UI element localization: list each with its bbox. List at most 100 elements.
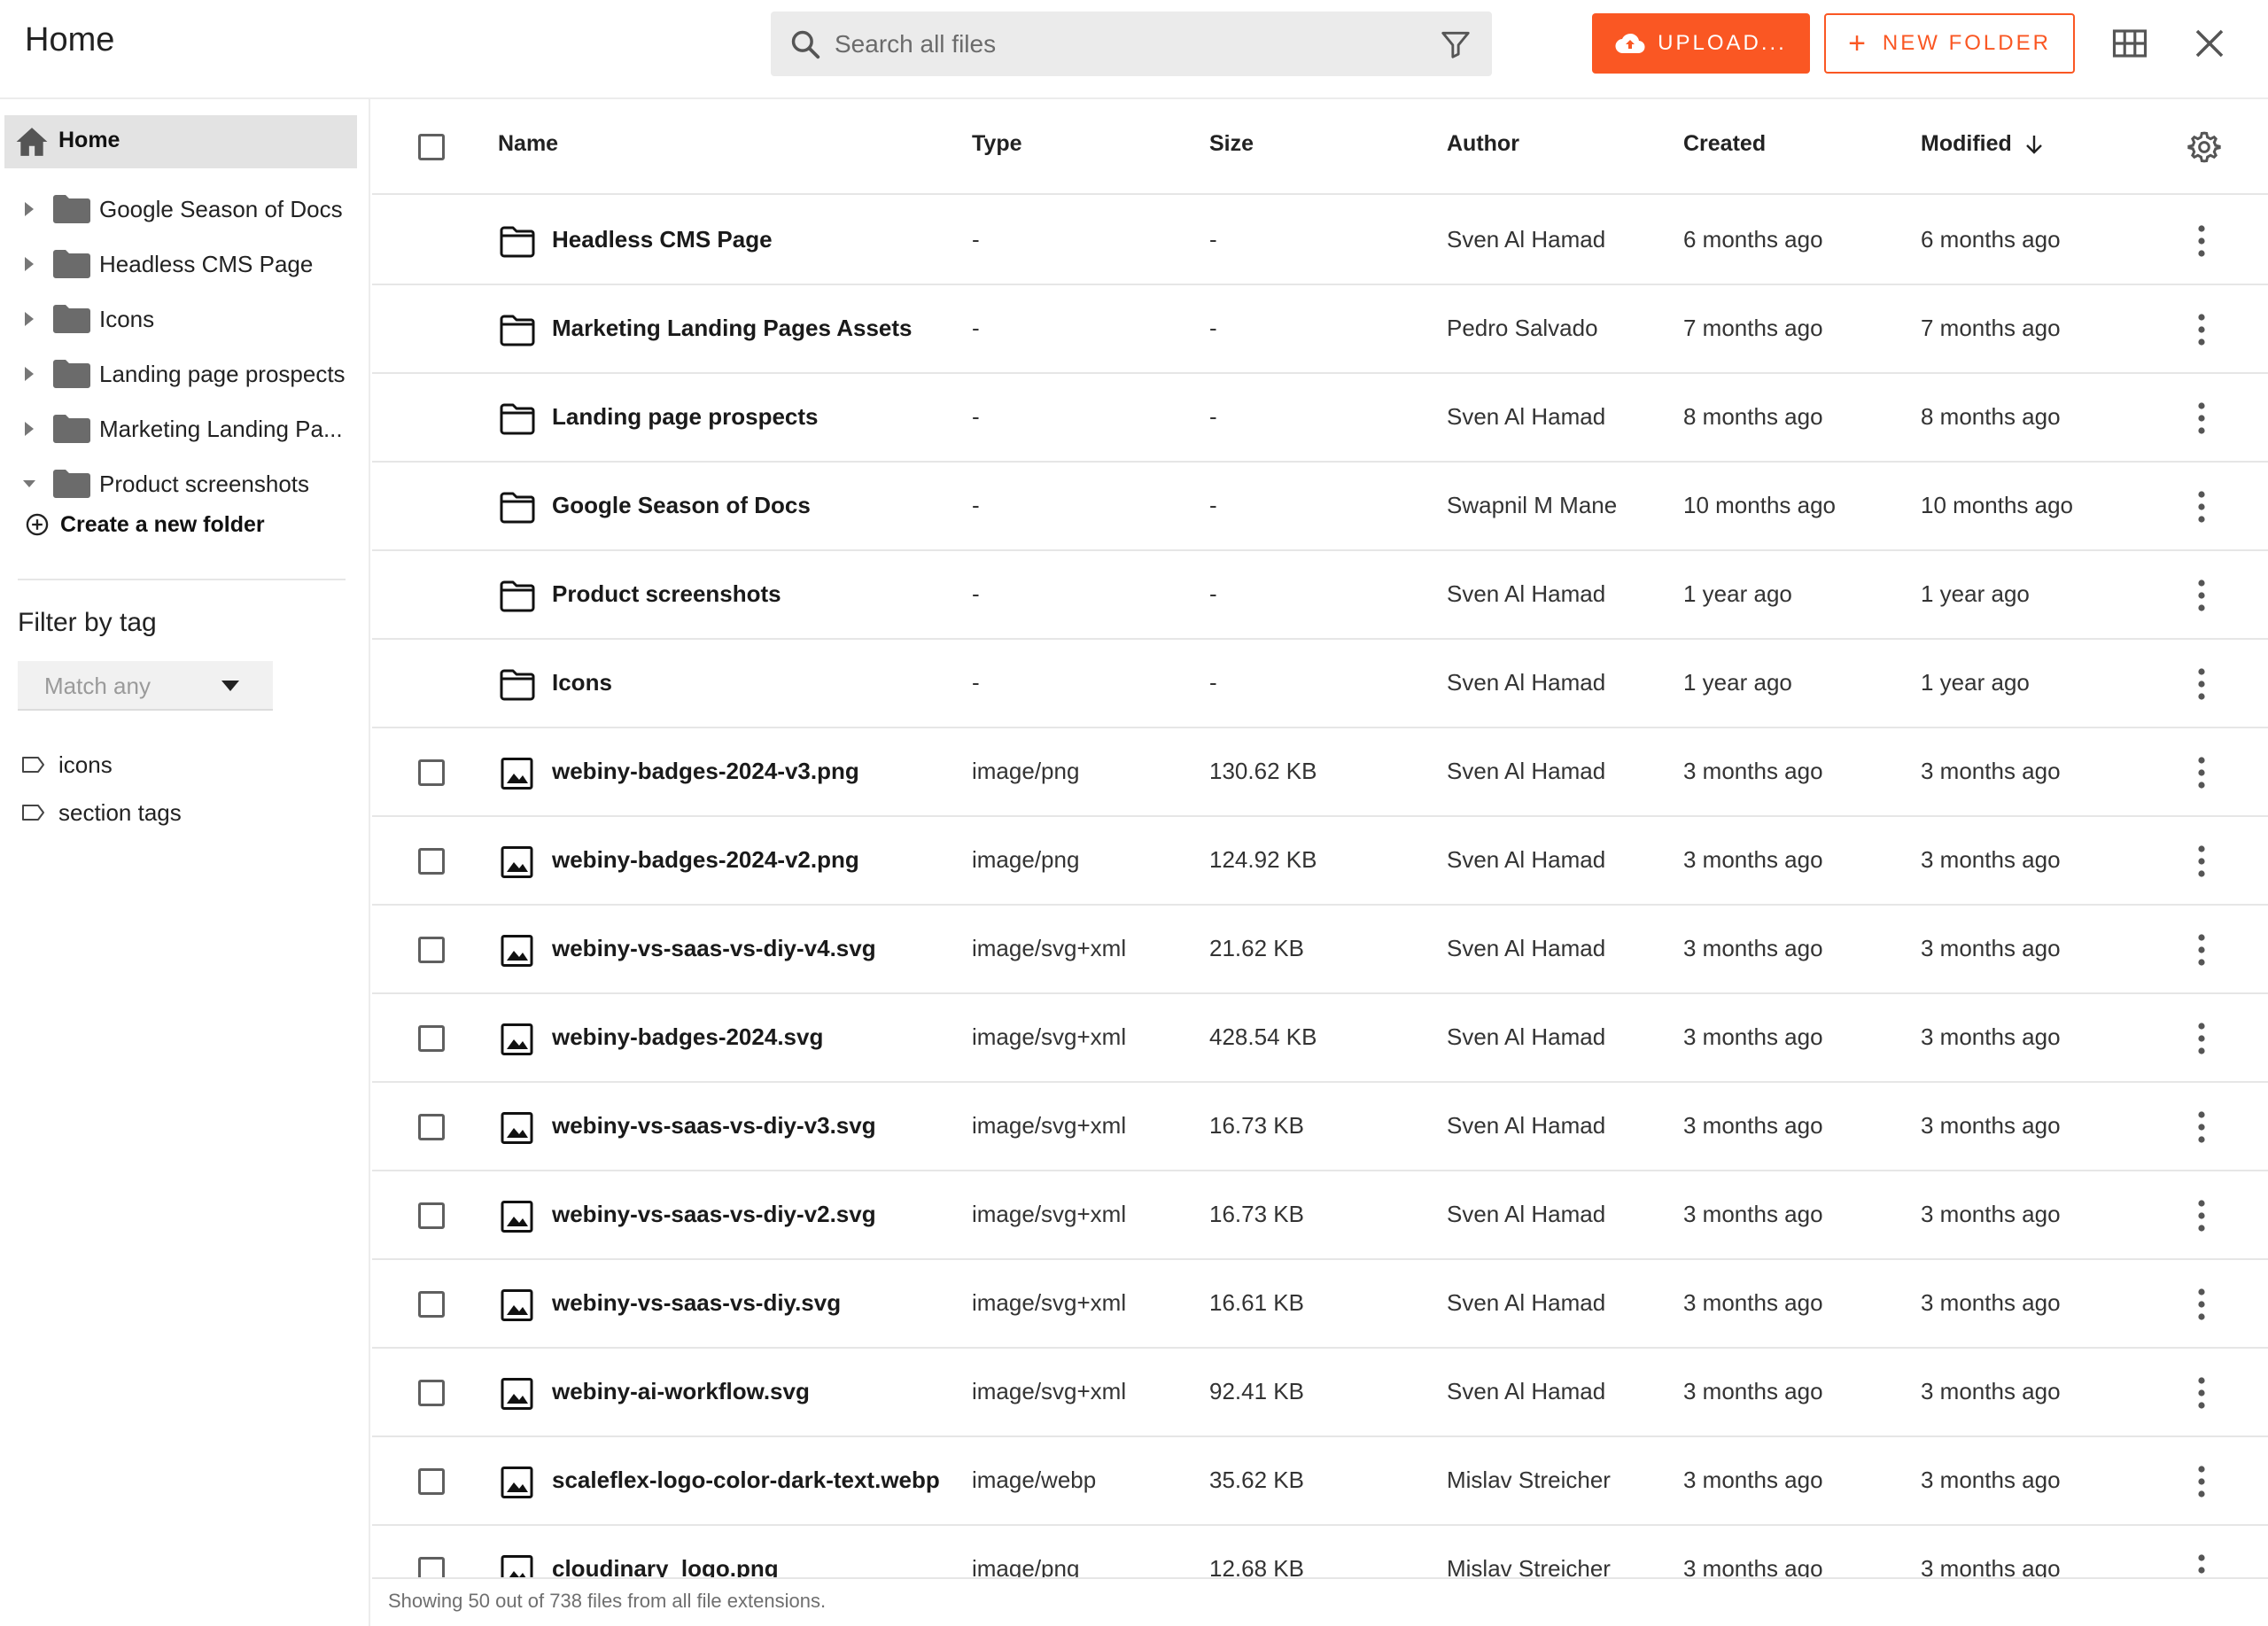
row-author: Sven Al Hamad bbox=[1447, 846, 1606, 873]
search-box[interactable] bbox=[771, 12, 1492, 76]
file-row[interactable]: webiny-badges-2024-v2.png image/png 124.92… bbox=[372, 817, 2268, 906]
row-created: 3 months ago bbox=[1683, 1023, 1823, 1050]
upload-button[interactable]: UPLOAD... bbox=[1592, 13, 1810, 74]
folder-row[interactable]: Headless CMS Page - - Sven Al Hamad 6 months… bbox=[372, 197, 2268, 285]
file-row[interactable]: webiny-vs-saas-vs-diy-v2.svg image/svg+xm… bbox=[372, 1171, 2268, 1260]
row-size: 16.73 KB bbox=[1209, 1112, 1304, 1139]
more-vertical-icon[interactable] bbox=[2197, 1287, 2206, 1322]
caret-right-icon[interactable] bbox=[23, 200, 35, 218]
row-name[interactable]: webiny-badges-2024.svg bbox=[552, 1023, 823, 1051]
row-checkbox[interactable] bbox=[418, 848, 445, 875]
row-name[interactable]: Headless CMS Page bbox=[552, 226, 773, 253]
caret-right-icon[interactable] bbox=[23, 365, 35, 383]
more-vertical-icon[interactable] bbox=[2197, 401, 2206, 436]
row-author: Sven Al Hamad bbox=[1447, 1378, 1606, 1404]
row-name[interactable]: webiny-ai-workflow.svg bbox=[552, 1378, 810, 1405]
row-name[interactable]: Icons bbox=[552, 669, 612, 696]
more-vertical-icon[interactable] bbox=[2197, 844, 2206, 879]
row-type: - bbox=[972, 315, 980, 341]
close-icon[interactable] bbox=[2191, 25, 2228, 62]
row-checkbox[interactable] bbox=[418, 1291, 445, 1318]
column-name[interactable]: Name bbox=[498, 131, 558, 157]
row-created: 3 months ago bbox=[1683, 935, 1823, 961]
more-vertical-icon[interactable] bbox=[2197, 1021, 2206, 1056]
row-name[interactable]: Marketing Landing Pages Assets bbox=[552, 315, 912, 342]
search-input[interactable] bbox=[835, 12, 1402, 76]
sidebar-folder-item[interactable]: Headless CMS Page bbox=[0, 237, 359, 291]
row-name[interactable]: webiny-vs-saas-vs-diy.svg bbox=[552, 1289, 841, 1317]
caret-right-icon[interactable] bbox=[23, 420, 35, 438]
row-checkbox[interactable] bbox=[418, 1468, 445, 1495]
filter-icon[interactable] bbox=[1439, 27, 1472, 61]
tag-match-select[interactable]: Match any bbox=[18, 661, 273, 711]
more-vertical-icon[interactable] bbox=[2197, 1198, 2206, 1233]
folder-row[interactable]: Icons - - Sven Al Hamad 1 year ago 1 year ago bbox=[372, 640, 2268, 728]
row-checkbox[interactable] bbox=[418, 1202, 445, 1229]
grid-view-icon[interactable] bbox=[2111, 25, 2148, 62]
more-vertical-icon[interactable] bbox=[2197, 755, 2206, 790]
sidebar-folder-item[interactable]: Icons bbox=[0, 292, 359, 346]
column-modified[interactable]: Modified bbox=[1921, 131, 2044, 157]
select-all-checkbox[interactable] bbox=[418, 134, 445, 160]
row-author: Mislav Streicher bbox=[1447, 1555, 1611, 1577]
file-row[interactable]: cloudinary_logo.png image/png 12.68 KB Misl… bbox=[372, 1526, 2268, 1577]
sidebar-folder-item[interactable]: Product screenshots bbox=[0, 457, 359, 510]
caret-right-icon[interactable] bbox=[23, 310, 35, 328]
more-vertical-icon[interactable] bbox=[2197, 1109, 2206, 1145]
row-name[interactable]: Landing page prospects bbox=[552, 403, 819, 431]
more-vertical-icon[interactable] bbox=[2197, 666, 2206, 702]
more-vertical-icon[interactable] bbox=[2197, 223, 2206, 259]
create-folder-link[interactable]: Create a new folder bbox=[25, 507, 265, 542]
file-row[interactable]: scaleflex-logo-color-dark-text.webp image… bbox=[372, 1437, 2268, 1526]
row-checkbox[interactable] bbox=[418, 1380, 445, 1406]
row-name[interactable]: webiny-vs-saas-vs-diy-v2.svg bbox=[552, 1201, 876, 1228]
row-checkbox[interactable] bbox=[418, 1025, 445, 1052]
new-folder-button[interactable]: + NEW FOLDER bbox=[1824, 13, 2075, 74]
caret-down-icon[interactable] bbox=[23, 475, 35, 493]
folder-row[interactable]: Google Season of Docs - - Swapnil M Mane 10 … bbox=[372, 463, 2268, 551]
row-name[interactable]: webiny-badges-2024-v2.png bbox=[552, 846, 859, 874]
more-vertical-icon[interactable] bbox=[2197, 932, 2206, 968]
more-vertical-icon[interactable] bbox=[2197, 312, 2206, 347]
file-row[interactable]: webiny-ai-workflow.svg image/svg+xml 92.41… bbox=[372, 1349, 2268, 1437]
sidebar-item-home[interactable]: Home bbox=[4, 115, 357, 168]
sidebar-folder-item[interactable]: Marketing Landing Pa... bbox=[0, 402, 359, 455]
column-size[interactable]: Size bbox=[1209, 131, 1254, 157]
tag-filter-item[interactable]: section tags bbox=[21, 795, 182, 830]
row-name[interactable]: Product screenshots bbox=[552, 580, 781, 608]
sidebar-folder-item[interactable]: Google Season of Docs bbox=[0, 183, 359, 236]
sidebar-folder-item[interactable]: Landing page prospects bbox=[0, 347, 359, 401]
row-checkbox[interactable] bbox=[418, 759, 445, 786]
image-icon bbox=[501, 1555, 533, 1577]
file-row[interactable]: webiny-vs-saas-vs-diy-v3.svg image/svg+xm… bbox=[372, 1083, 2268, 1171]
more-vertical-icon[interactable] bbox=[2197, 578, 2206, 613]
more-vertical-icon[interactable] bbox=[2197, 489, 2206, 525]
file-row[interactable]: webiny-vs-saas-vs-diy.svg image/svg+xml 16… bbox=[372, 1260, 2268, 1349]
row-name[interactable]: Google Season of Docs bbox=[552, 492, 811, 519]
file-row[interactable]: webiny-vs-saas-vs-diy-v4.svg image/svg+xm… bbox=[372, 906, 2268, 994]
column-type[interactable]: Type bbox=[972, 131, 1022, 157]
row-name[interactable]: webiny-badges-2024-v3.png bbox=[552, 758, 859, 785]
more-vertical-icon[interactable] bbox=[2197, 1552, 2206, 1577]
caret-right-icon[interactable] bbox=[23, 255, 35, 273]
more-vertical-icon[interactable] bbox=[2197, 1375, 2206, 1411]
settings-gear-icon[interactable] bbox=[2186, 129, 2222, 165]
row-name[interactable]: webiny-vs-saas-vs-diy-v3.svg bbox=[552, 1112, 876, 1140]
row-type: image/svg+xml bbox=[972, 1023, 1127, 1050]
row-checkbox[interactable] bbox=[418, 937, 445, 963]
row-checkbox[interactable] bbox=[418, 1557, 445, 1577]
file-row[interactable]: webiny-badges-2024-v3.png image/png 130.62… bbox=[372, 728, 2268, 817]
column-created[interactable]: Created bbox=[1683, 131, 1766, 157]
file-row[interactable]: webiny-badges-2024.svg image/svg+xml 428.5… bbox=[372, 994, 2268, 1083]
column-author[interactable]: Author bbox=[1447, 131, 1519, 157]
row-name[interactable]: cloudinary_logo.png bbox=[552, 1555, 779, 1577]
row-checkbox[interactable] bbox=[418, 1114, 445, 1140]
row-name[interactable]: scaleflex-logo-color-dark-text.webp bbox=[552, 1467, 940, 1494]
more-vertical-icon[interactable] bbox=[2197, 1464, 2206, 1499]
tag-filter-item[interactable]: icons bbox=[21, 747, 113, 782]
folder-row[interactable]: Product screenshots - - Sven Al Hamad 1 year… bbox=[372, 551, 2268, 640]
folder-row[interactable]: Marketing Landing Pages Assets - - Pedro Sa… bbox=[372, 285, 2268, 374]
folder-outline-icon bbox=[500, 669, 535, 701]
folder-row[interactable]: Landing page prospects - - Sven Al Hamad 8 m… bbox=[372, 374, 2268, 463]
row-name[interactable]: webiny-vs-saas-vs-diy-v4.svg bbox=[552, 935, 876, 962]
